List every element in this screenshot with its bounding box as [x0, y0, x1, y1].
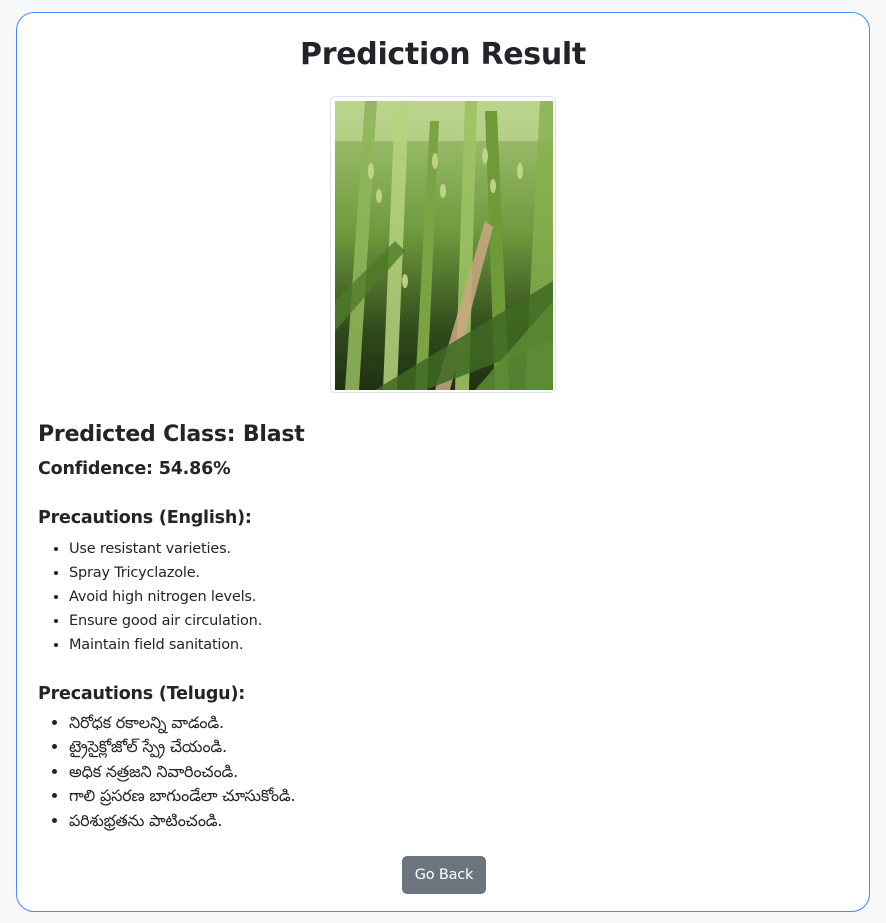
precautions-telugu-heading: Precautions (Telugu):: [38, 684, 246, 704]
uploaded-image-thumbnail: [330, 96, 556, 393]
list-item: గాలి ప్రసరణ బాగుండేలా చూసుకోండి.: [69, 784, 296, 808]
precautions-english-list: Use resistant varieties. Spray Tricyclaz…: [38, 537, 262, 657]
list-item: Avoid high nitrogen levels.: [69, 585, 262, 609]
list-item: Spray Tricyclazole.: [69, 561, 262, 585]
list-item: ట్రైసైక్లోజోల్ స్ప్రే చేయండి.: [69, 735, 295, 759]
list-item: పరిశుభ్రతను పాటించండి.: [69, 809, 295, 833]
precautions-english-heading: Precautions (English):: [38, 508, 252, 528]
page-title: Prediction Result: [300, 37, 586, 72]
crop-photo: [335, 101, 553, 390]
confidence-score: Confidence: 54.86%: [38, 459, 231, 479]
list-item: నిరోధక రకాలన్ని వాడండి.: [69, 711, 295, 735]
predicted-class: Predicted Class: Blast: [38, 422, 305, 447]
list-item: Use resistant varieties.: [69, 537, 262, 561]
result-card: Prediction Result Predicted Class: Blast…: [16, 12, 870, 912]
list-item: Ensure good air circulation.: [69, 609, 262, 633]
list-item: అధిక నత్రజని నివారించండి.: [69, 760, 295, 784]
precautions-telugu-list: నిరోధక రకాలన్ని వాడండి. ట్రైసైక్లోజోల్ స…: [38, 711, 296, 833]
go-back-button[interactable]: Go Back: [402, 856, 486, 894]
list-item: Maintain field sanitation.: [69, 633, 262, 657]
